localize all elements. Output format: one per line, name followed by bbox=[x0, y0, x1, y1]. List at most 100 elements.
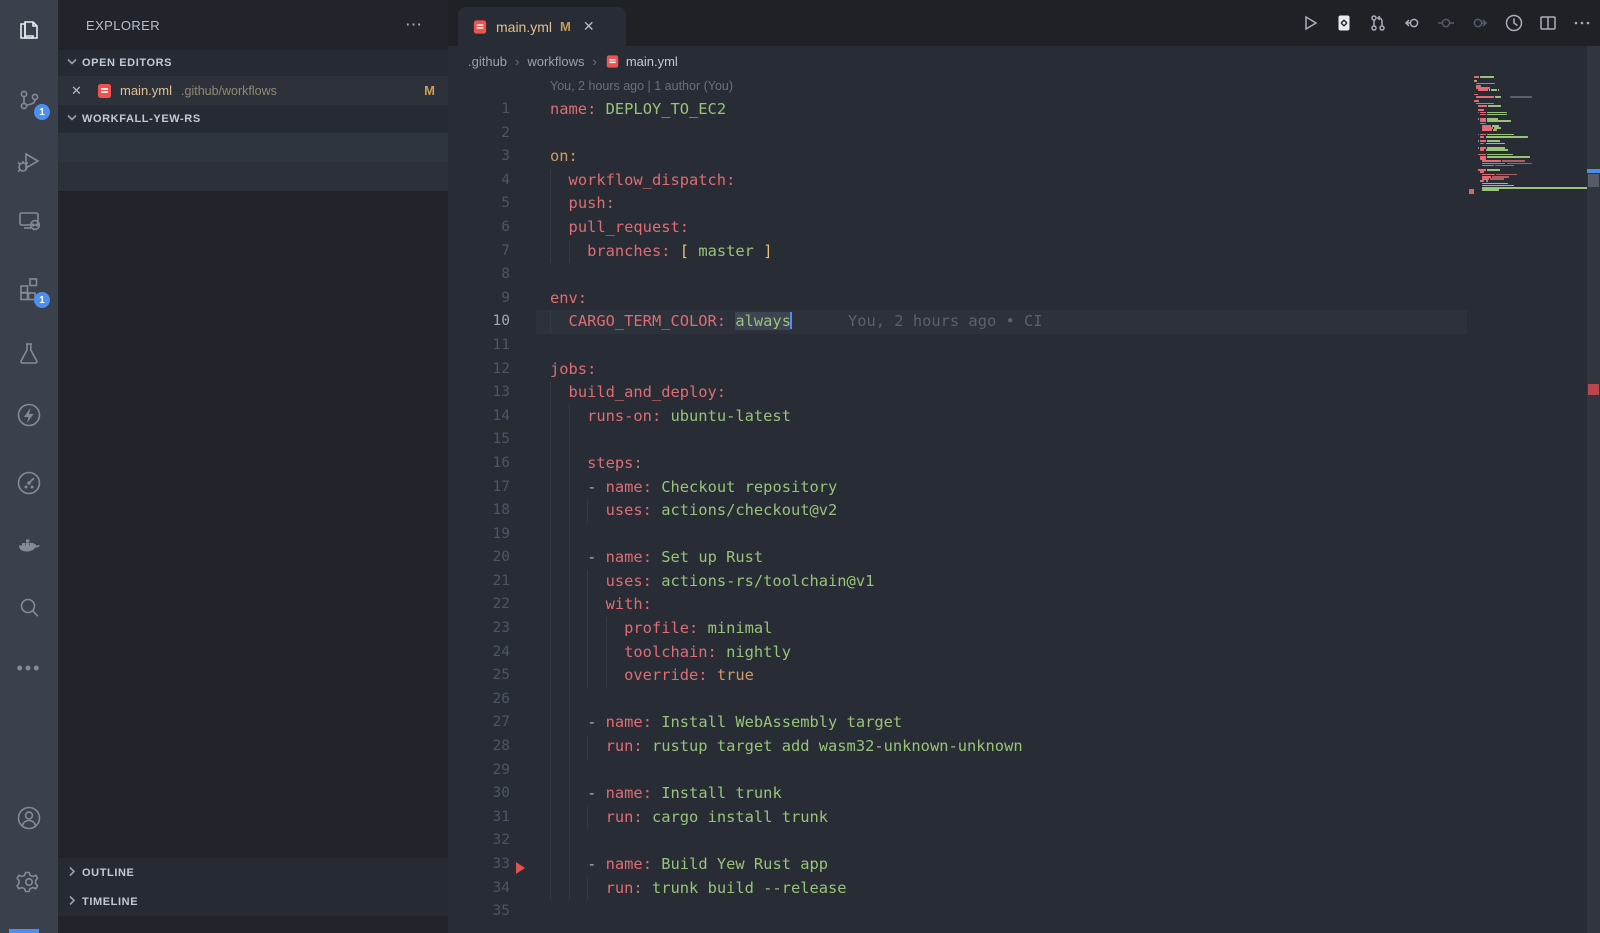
chevron-right-icon bbox=[66, 865, 78, 880]
code-line-33[interactable]: 33 - name: Build Yew Rust app bbox=[448, 853, 1600, 877]
status-bar-sliver bbox=[9, 929, 39, 933]
tree-file-home.rs[interactable] bbox=[58, 510, 448, 539]
tab-close-icon[interactable]: ✕ bbox=[583, 18, 595, 35]
activitybar-search-icon[interactable] bbox=[0, 586, 58, 630]
tree-file-cargo.lock[interactable] bbox=[58, 684, 448, 713]
open-editors-header[interactable]: OPEN EDITORS bbox=[58, 50, 448, 76]
tree-file-index.scss[interactable] bbox=[58, 771, 448, 800]
prev-change-icon[interactable] bbox=[1401, 13, 1422, 34]
tree-file-license-mit[interactable] bbox=[58, 829, 448, 858]
code-line-5[interactable]: 5 push: bbox=[448, 192, 1600, 216]
code-line-6[interactable]: 6 pull_request: bbox=[448, 216, 1600, 240]
code-line-23[interactable]: 23 profile: minimal bbox=[448, 617, 1600, 641]
code-line-2[interactable]: 2 bbox=[448, 122, 1600, 146]
code-line-12[interactable]: 12jobs: bbox=[448, 358, 1600, 382]
workspace-section-header[interactable]: WORKFALL-YEW-RS bbox=[58, 105, 448, 133]
tree-file-trunk-template-960cf5a09df46473.js[interactable] bbox=[58, 307, 448, 336]
code-line-18[interactable]: 18 uses: actions/checkout@v2 bbox=[448, 499, 1600, 523]
gutter-change-marker-icon[interactable] bbox=[516, 862, 525, 874]
code-line-10[interactable]: 10 CARGO_TERM_COLOR: alwaysYou, 2 hours … bbox=[448, 310, 1600, 334]
git-pullrequest-icon[interactable] bbox=[1367, 13, 1388, 34]
breadcrumb-item[interactable]: main.yml bbox=[626, 54, 678, 69]
activitybar-settings-gear-icon[interactable] bbox=[0, 860, 58, 904]
code-line-31[interactable]: 31 run: cargo install trunk bbox=[448, 806, 1600, 830]
file-history-icon[interactable] bbox=[1503, 13, 1524, 34]
tree-file-index.html[interactable] bbox=[58, 742, 448, 771]
split-editor-icon[interactable] bbox=[1537, 13, 1558, 34]
tree-file-license-apache[interactable] bbox=[58, 800, 448, 829]
code-line-17[interactable]: 17 - name: Checkout repository bbox=[448, 476, 1600, 500]
code-line-8[interactable]: 8 bbox=[448, 263, 1600, 287]
tree-folder-.github-workflows[interactable] bbox=[58, 133, 448, 162]
activitybar-explorer-icon[interactable] bbox=[0, 8, 58, 52]
timeline-section-header[interactable]: TIMELINE bbox=[58, 887, 448, 916]
activitybar-gitlens-icon[interactable] bbox=[0, 461, 58, 505]
tree-folder-views[interactable] bbox=[58, 394, 448, 423]
code-line-7[interactable]: 7 branches: [ master ] bbox=[448, 240, 1600, 264]
outline-section-header[interactable]: OUTLINE bbox=[58, 858, 448, 887]
code-line-16[interactable]: 16 steps: bbox=[448, 452, 1600, 476]
explorer-more-icon[interactable]: ⋯ bbox=[405, 15, 424, 35]
tree-file-about.rs[interactable] bbox=[58, 423, 448, 452]
code-line-22[interactable]: 22 with: bbox=[448, 593, 1600, 617]
tree-file-index-fcf18a1c5456ee15.css[interactable] bbox=[58, 220, 448, 249]
code-line-32[interactable]: 32 bbox=[448, 829, 1600, 853]
tree-file-main.rs[interactable] bbox=[58, 597, 448, 626]
code-line-3[interactable]: 3on: bbox=[448, 145, 1600, 169]
activitybar-extensions-icon[interactable]: 1 bbox=[0, 266, 58, 310]
tree-file-app.rs[interactable] bbox=[58, 568, 448, 597]
breadcrumb-item[interactable]: workflows bbox=[527, 54, 584, 69]
code-line-28[interactable]: 28 run: rustup target add wasm32-unknown… bbox=[448, 735, 1600, 759]
device-gear-icon[interactable] bbox=[1333, 13, 1354, 34]
code-line-19[interactable]: 19 bbox=[448, 523, 1600, 547]
code-line-4[interactable]: 4 workflow_dispatch: bbox=[448, 169, 1600, 193]
more-actions-icon[interactable] bbox=[1571, 13, 1592, 34]
code-line-11[interactable]: 11 bbox=[448, 334, 1600, 358]
activitybar-more-icon[interactable]: ••• bbox=[0, 646, 58, 690]
tree-file-cargo.toml[interactable] bbox=[58, 713, 448, 742]
code-line-9[interactable]: 9env: bbox=[448, 287, 1600, 311]
breadcrumb-item[interactable]: .github bbox=[468, 54, 507, 69]
activitybar-thunder-icon[interactable] bbox=[0, 393, 58, 437]
code-line-14[interactable]: 14 runs-on: ubuntu-latest bbox=[448, 405, 1600, 429]
minimap[interactable] bbox=[1467, 46, 1587, 933]
tree-file-mod.rs[interactable] bbox=[58, 539, 448, 568]
open-editor-main-yml[interactable]: ✕main.yml.github/workflowsM bbox=[58, 76, 448, 105]
code-line-1[interactable]: 1name: DEPLOY_TO_EC2 bbox=[448, 98, 1600, 122]
activitybar-account-icon[interactable] bbox=[0, 796, 58, 840]
code-line-34[interactable]: 34 run: trunk build --release bbox=[448, 877, 1600, 901]
tree-file-contact.rs[interactable] bbox=[58, 452, 448, 481]
code-line-13[interactable]: 13 build_and_deploy: bbox=[448, 381, 1600, 405]
code-line-29[interactable]: 29 bbox=[448, 759, 1600, 783]
tree-file-main.yml[interactable] bbox=[58, 162, 448, 191]
scrollbar[interactable] bbox=[1587, 46, 1600, 933]
activitybar-testing-flask-icon[interactable] bbox=[0, 331, 58, 375]
activitybar-remote-explorer-icon[interactable] bbox=[0, 198, 58, 242]
activitybar-source-control-icon[interactable]: 1 bbox=[0, 78, 58, 122]
code-line-30[interactable]: 30 - name: Install trunk bbox=[448, 782, 1600, 806]
tree-file-faq.rs[interactable] bbox=[58, 481, 448, 510]
code-line-20[interactable]: 20 - name: Set up Rust bbox=[448, 546, 1600, 570]
tree-file-.gitignore[interactable] bbox=[58, 655, 448, 684]
tab-main-yml[interactable]: main.yml M ✕ bbox=[458, 7, 626, 46]
line-number: 4 bbox=[448, 169, 510, 193]
close-icon[interactable]: ✕ bbox=[71, 83, 82, 99]
tree-folder-target[interactable] bbox=[58, 626, 448, 655]
code-line-35[interactable]: 35 bbox=[448, 900, 1600, 924]
tree-file-trunk-template-960cf5a09df46473...[interactable] bbox=[58, 278, 448, 307]
code-line-27[interactable]: 27 - name: Install WebAssembly target bbox=[448, 711, 1600, 735]
code-editor[interactable]: 1name: DEPLOY_TO_EC223on:4 workflow_disp… bbox=[448, 98, 1600, 933]
code-line-21[interactable]: 21 uses: actions-rs/toolchain@v1 bbox=[448, 570, 1600, 594]
tree-folder-src[interactable] bbox=[58, 336, 448, 365]
next-change-icon bbox=[1469, 13, 1490, 34]
activitybar-docker-icon[interactable] bbox=[0, 525, 58, 569]
tree-file-index.html[interactable] bbox=[58, 249, 448, 278]
tree-folder-dist[interactable] bbox=[58, 191, 448, 220]
code-line-25[interactable]: 25 override: true bbox=[448, 664, 1600, 688]
activitybar-run-debug-icon[interactable] bbox=[0, 140, 58, 184]
code-line-24[interactable]: 24 toolchain: nightly bbox=[448, 641, 1600, 665]
tree-folder-components[interactable] bbox=[58, 365, 448, 394]
play-icon[interactable] bbox=[1299, 13, 1320, 34]
code-line-26[interactable]: 26 bbox=[448, 688, 1600, 712]
code-line-15[interactable]: 15 bbox=[448, 428, 1600, 452]
